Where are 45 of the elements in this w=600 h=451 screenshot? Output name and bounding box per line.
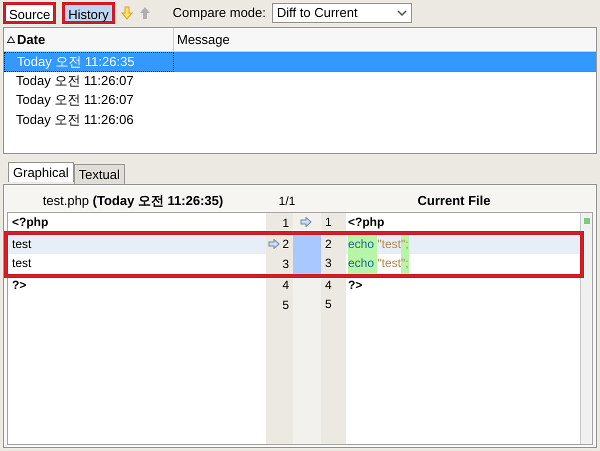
left-file-title: test.php (Today 오전 11:26:35) [42,192,224,208]
overview-marker [584,218,590,224]
code-token: "; [400,254,409,274]
code-token: <?php [348,214,384,231]
history-row[interactable]: Today 오전 11:26:07 [4,72,596,91]
next-change-icon [300,217,312,227]
chevron-down-icon [396,10,407,16]
compare-mode-dropdown[interactable]: Diff to Current [272,2,412,22]
code-token: " [377,255,382,272]
line-number: 5 [282,296,289,314]
line-number: 3 [282,256,289,273]
line-number: 1 [282,214,289,232]
down-arrow-icon[interactable] [120,6,133,20]
code-line: <?php [12,215,48,229]
code-token: test [382,236,401,252]
code-token: echo [348,254,378,274]
code-token: " [377,236,382,252]
history-row[interactable]: Today 오전 11:26:06 [4,110,596,130]
line-number: 4 [282,277,289,294]
code-token: echo [348,234,378,254]
code-token: "; [400,234,409,254]
toolbar-tab[interactable]: History [62,2,115,24]
compare-mode-label: Compare mode: [172,4,266,22]
toolbar-tab[interactable]: Source [3,2,56,24]
line-number: 3 [325,256,332,270]
right-file-title: Current File [418,192,490,208]
line-number: 1 [325,215,332,229]
code-token: ?> [348,276,362,294]
code-token: test [382,255,401,272]
history-row[interactable]: Today 오전 11:26:07 [4,91,596,110]
diff-counter: 1/1 [278,193,296,210]
up-arrow-icon[interactable] [138,6,151,20]
arrow-icon [268,239,280,250]
line-number: 5 [325,297,332,311]
column-header[interactable]: Date [4,28,174,51]
line-number: 4 [325,278,332,292]
view-tab[interactable]: Graphical [8,162,74,182]
view-tab[interactable]: Textual [74,164,125,184]
code-line: test [12,256,32,270]
line-number: 2 [325,236,332,250]
column-header[interactable]: Message [174,28,596,51]
line-number: 2 [282,236,289,254]
code-line: test [12,236,32,250]
sort-icon [7,36,15,43]
code-line: ?> [12,278,26,292]
